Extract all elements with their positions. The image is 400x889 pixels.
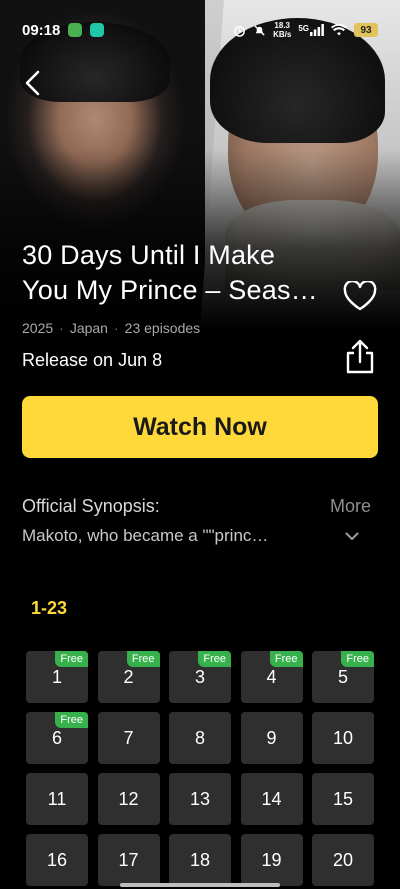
episode-number: 18: [189, 849, 211, 870]
episode-tile[interactable]: 16: [26, 834, 88, 886]
title-line: 30 Days Until I Make: [22, 240, 276, 270]
clock: 09:18: [22, 21, 61, 39]
net-speed: 18.3: [274, 21, 290, 30]
more-link[interactable]: More: [330, 496, 371, 517]
episode-tile[interactable]: 11: [26, 773, 88, 825]
episode-tile[interactable]: 9: [240, 712, 303, 764]
episode-grid: 1 Free 2 Free 3 Free 4 Free 5 Free 6 Free 7 8 9 10 11 12 1…: [26, 651, 374, 886]
episode-number: 1: [51, 666, 62, 687]
battery-indicator: 93: [354, 23, 378, 37]
episode-number: 19: [261, 849, 282, 870]
watch-now-button[interactable]: Watch Now: [22, 396, 378, 458]
chevron-down-icon: [345, 532, 359, 540]
back-button[interactable]: [18, 66, 48, 100]
episode-count: 23 episodes: [124, 320, 201, 336]
country: Japan: [69, 320, 108, 336]
episode-number: 20: [332, 849, 354, 870]
episode-number: 2: [123, 666, 134, 687]
episode-tile[interactable]: 3 Free: [169, 651, 231, 703]
mute-bell-icon: [254, 24, 265, 36]
episode-tile[interactable]: 6 Free: [26, 712, 88, 764]
episode-tile[interactable]: 1 Free: [26, 651, 88, 703]
episode-number: 11: [47, 788, 67, 809]
home-indicator[interactable]: [120, 883, 280, 887]
episode-number: 13: [189, 788, 211, 809]
chevron-left-icon: [25, 70, 40, 96]
episode-number: 8: [194, 727, 205, 748]
wifi-icon: [331, 24, 347, 36]
free-badge: Free: [55, 712, 88, 728]
share-button[interactable]: [342, 337, 378, 375]
synopsis-label: Official Synopsis:: [22, 496, 160, 516]
notification-app-icon: [68, 23, 83, 37]
episode-number: 5: [337, 666, 348, 687]
episode-tile[interactable]: 13: [169, 773, 231, 825]
free-badge: Free: [126, 651, 160, 667]
network-type: 5G: [298, 24, 309, 33]
episode-tile[interactable]: 10: [312, 712, 374, 764]
notification-app-icon: [90, 23, 105, 37]
episode-tile[interactable]: 18: [169, 834, 231, 886]
episode-tile[interactable]: 8: [169, 712, 231, 764]
separator: ·: [113, 320, 119, 336]
episode-range-tab[interactable]: 1-23: [31, 598, 67, 619]
episode-tile[interactable]: 20: [312, 834, 374, 886]
heart-icon: [343, 281, 377, 311]
episode-tile[interactable]: 17: [97, 834, 160, 886]
free-badge: Free: [341, 651, 374, 667]
signal-icon: [310, 24, 324, 36]
episode-tile[interactable]: 2 Free: [97, 651, 160, 703]
episode-number: 16: [46, 849, 68, 870]
share-icon: [346, 339, 374, 374]
episode-tile[interactable]: 14: [240, 773, 303, 825]
episode-number: 15: [332, 788, 354, 809]
year: 2025: [22, 320, 54, 336]
free-badge: Free: [198, 651, 231, 667]
free-badge: Free: [269, 651, 303, 667]
episode-number: 3: [194, 666, 205, 687]
release-date: Release on Jun 8: [22, 350, 163, 370]
episode-number: 17: [118, 849, 139, 870]
alarm-icon: [234, 25, 245, 37]
episode-number: 14: [261, 788, 282, 809]
episode-tile[interactable]: 19: [240, 834, 303, 886]
episode-number: 4: [266, 666, 277, 687]
status-bar: 09:18 18.3 KB/s 5G 93: [0, 0, 400, 46]
show-meta: 2025 · Japan · 23 episodes: [22, 320, 200, 336]
episode-number: 9: [266, 727, 277, 748]
episode-number: 6: [51, 727, 62, 748]
episode-tile[interactable]: 4 Free: [240, 651, 303, 703]
show-title: 30 Days Until I Make You My Prince – Sea…: [22, 238, 342, 308]
episode-number: 12: [118, 788, 139, 809]
episode-tile[interactable]: 7: [97, 712, 160, 764]
free-badge: Free: [55, 651, 88, 667]
net-speed-unit: KB/s: [273, 30, 292, 39]
title-line: You My Prince – Seas…: [22, 275, 318, 305]
episode-tile[interactable]: 15: [312, 773, 374, 825]
episode-number: 10: [332, 727, 354, 748]
episode-number: 7: [123, 727, 134, 748]
synopsis-text: Makoto, who became a ""princ…: [22, 526, 269, 545]
episode-tile[interactable]: 12: [97, 773, 160, 825]
episode-tile[interactable]: 5 Free: [312, 651, 374, 703]
favorite-button[interactable]: [342, 278, 378, 314]
separator: ·: [59, 320, 64, 336]
expand-synopsis-button[interactable]: [342, 526, 362, 546]
